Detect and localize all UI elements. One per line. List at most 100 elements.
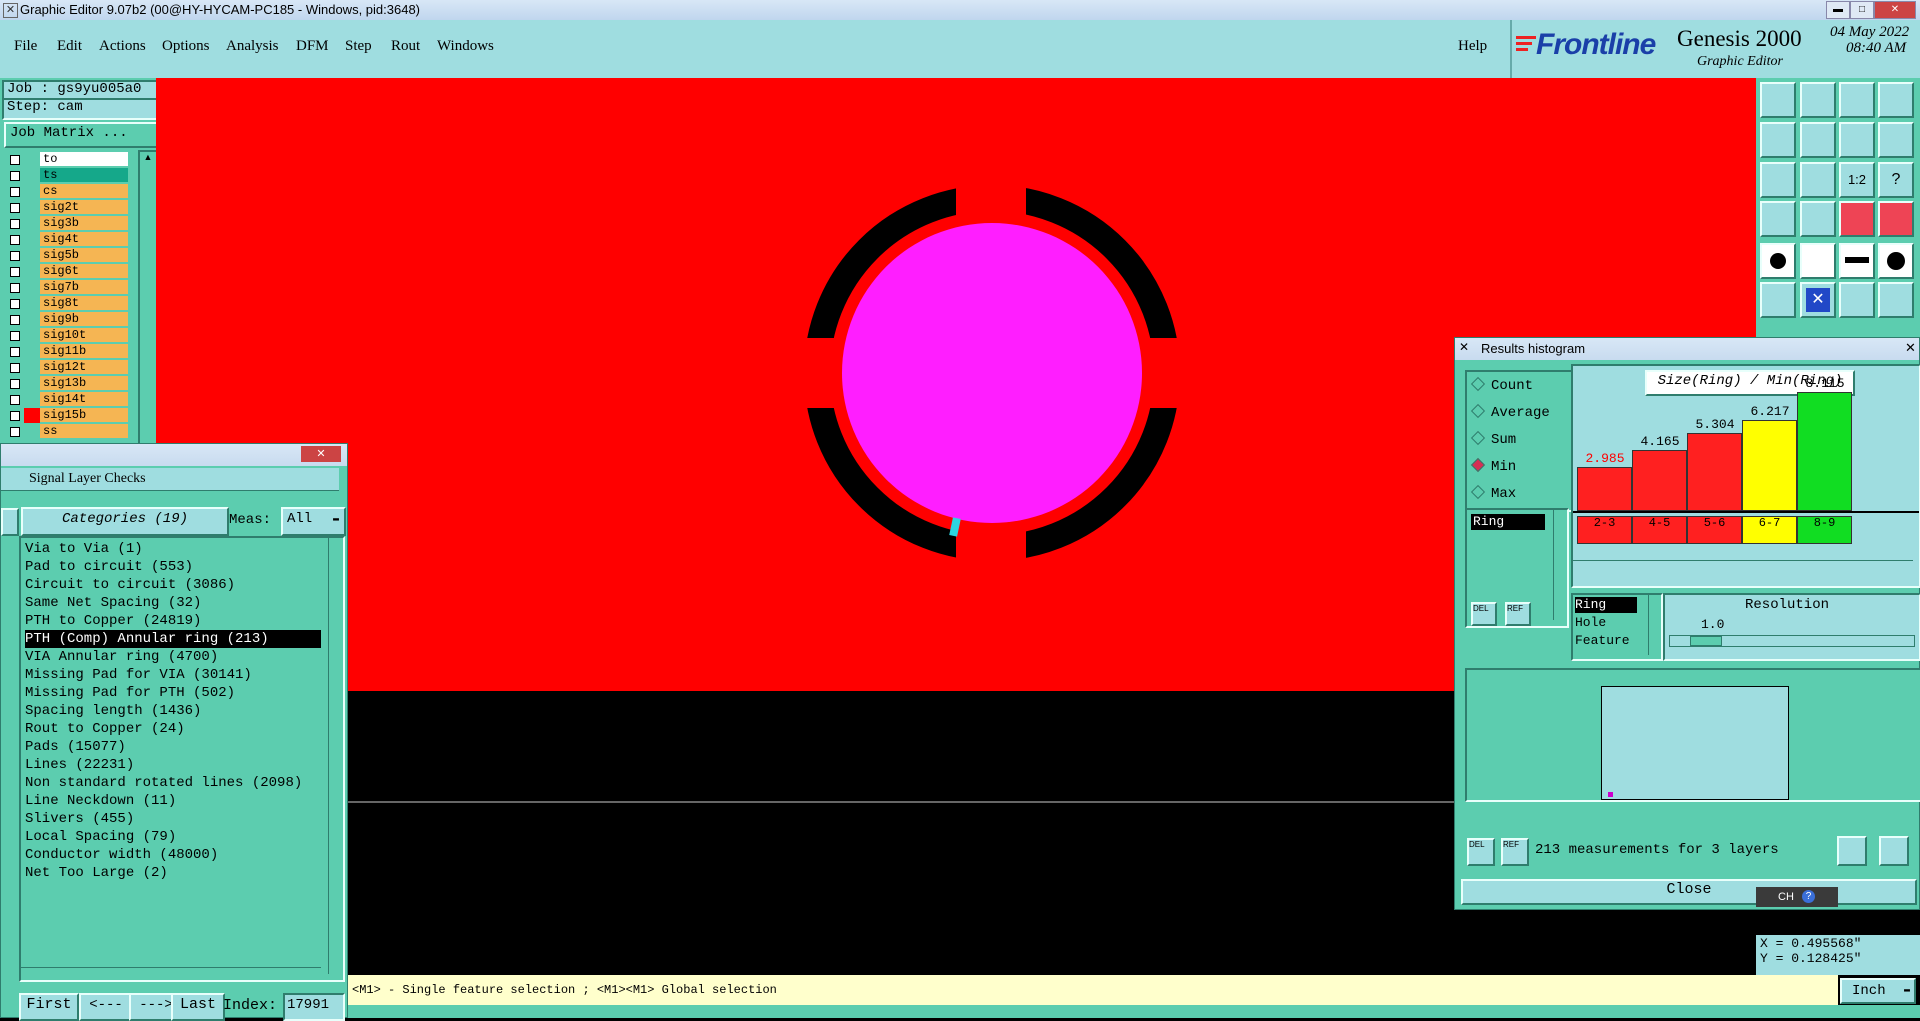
sort-item-hole[interactable]: Hole (1575, 615, 1606, 630)
layer-checkbox[interactable] (10, 219, 20, 229)
category-item[interactable]: Conductor width (48000) (25, 846, 218, 864)
layer-name[interactable]: sig2t (40, 200, 128, 214)
mode-radio-max[interactable]: Max (1470, 484, 1516, 502)
layer-checkbox[interactable] (10, 363, 20, 373)
category-list-scrollbar[interactable] (328, 538, 343, 974)
layer-row[interactable]: sig7b (6, 280, 128, 295)
histogram-bar[interactable] (1742, 420, 1797, 511)
layer-checkbox[interactable] (10, 171, 20, 181)
menu-windows[interactable]: Windows (437, 38, 494, 55)
categories-button[interactable]: Categories (19) (21, 507, 229, 536)
tool-scale-icon[interactable]: 1:2 (1839, 162, 1875, 198)
ref-button[interactable]: REF (1501, 838, 1529, 866)
ref-button-top[interactable]: REF (1505, 602, 1531, 626)
layer-row[interactable]: sig5b (6, 248, 128, 263)
tool-down-icon[interactable] (1800, 82, 1836, 118)
layer-checkbox[interactable] (10, 427, 20, 437)
units-dropdown[interactable]: Inch ▬ (1840, 978, 1916, 1004)
category-item[interactable]: Same Net Spacing (32) (25, 594, 201, 612)
layer-checkbox[interactable] (10, 267, 20, 277)
ime-bar[interactable]: CH ? (1756, 887, 1838, 907)
tool-help-icon[interactable]: ? (1878, 162, 1914, 198)
histogram-bar[interactable] (1632, 450, 1687, 511)
layer-name[interactable]: sig6t (40, 264, 128, 278)
layer-row[interactable]: ts (6, 168, 128, 183)
category-item[interactable]: Pad to circuit (553) (25, 558, 193, 576)
prev-button[interactable]: <--- (79, 993, 133, 1021)
resolution-slider[interactable] (1669, 635, 1915, 647)
resolution-slider-thumb[interactable] (1690, 636, 1722, 646)
tool-right-icon[interactable] (1800, 122, 1836, 158)
tool-filter-a-icon[interactable] (1839, 201, 1875, 237)
layer-checkbox[interactable] (10, 347, 20, 357)
menu-help[interactable]: Help (1458, 38, 1487, 55)
del-button-top[interactable]: DEL (1471, 602, 1497, 626)
layer-row[interactable]: sig15b (6, 408, 128, 423)
tool-route-red-icon[interactable] (1878, 282, 1914, 318)
histogram-bar[interactable] (1687, 433, 1742, 511)
category-item[interactable]: Rout to Copper (24) (25, 720, 185, 738)
index-field[interactable]: 17991 (283, 993, 345, 1021)
layer-row[interactable]: cs (6, 184, 128, 199)
layer-checkbox[interactable] (10, 235, 20, 245)
histogram-bar[interactable] (1797, 392, 1852, 511)
category-item[interactable]: Non standard rotated lines (2098) (25, 774, 302, 792)
tool-filter-b-icon[interactable] (1878, 201, 1914, 237)
layer-name[interactable]: sig9b (40, 312, 128, 326)
layer-name[interactable]: cs (40, 184, 128, 198)
layer-name[interactable]: to (40, 152, 128, 166)
category-item[interactable]: Lines (22231) (25, 756, 134, 774)
category-item[interactable]: PTH (Comp) Annular ring (213) (25, 630, 321, 648)
category-item[interactable]: Spacing length (1436) (25, 702, 201, 720)
menu-step[interactable]: Step (345, 38, 372, 55)
measure-item-selected[interactable]: Ring (1471, 514, 1545, 530)
tool-up-icon[interactable] (1760, 82, 1796, 118)
menu-actions[interactable]: Actions (99, 38, 146, 55)
sort-item-feature[interactable]: Feature (1575, 633, 1630, 648)
ime-help-icon[interactable]: ? (1802, 890, 1815, 903)
layer-row[interactable]: sig14t (6, 392, 128, 407)
maximize-button[interactable]: □ (1850, 1, 1874, 19)
last-button[interactable]: Last (171, 993, 225, 1021)
tool-connect-icon[interactable] (1760, 282, 1796, 318)
layer-row[interactable]: sig10t (6, 328, 128, 343)
tool-select-icon[interactable] (1760, 243, 1796, 279)
category-hscrollbar[interactable] (21, 967, 321, 980)
category-item[interactable]: Via to Via (1) (25, 540, 143, 558)
tool-snap-icon[interactable] (1760, 201, 1796, 237)
tool-left-icon[interactable] (1760, 122, 1796, 158)
layer-row[interactable]: sig9b (6, 312, 128, 327)
layer-name[interactable]: ss (40, 424, 128, 438)
mode-radio-min[interactable]: Min (1470, 457, 1516, 475)
layer-name[interactable]: sig5b (40, 248, 128, 262)
layer-checkbox[interactable] (10, 299, 20, 309)
minimize-button[interactable]: ▬ (1826, 1, 1850, 19)
category-item[interactable]: Net Too Large (2) (25, 864, 168, 882)
category-item[interactable]: Local Spacing (79) (25, 828, 176, 846)
mode-radio-count[interactable]: Count (1470, 376, 1533, 394)
layer-checkbox[interactable] (10, 331, 20, 341)
mode-radio-average[interactable]: Average (1470, 403, 1550, 421)
tool-route-icon[interactable] (1839, 282, 1875, 318)
layer-checkbox[interactable] (10, 283, 20, 293)
category-item[interactable]: Pads (15077) (25, 738, 126, 756)
mode-radio-sum[interactable]: Sum (1470, 430, 1516, 448)
layer-name[interactable]: sig11b (40, 344, 128, 358)
job-matrix-button[interactable]: Job Matrix ... (4, 122, 160, 148)
layer-name[interactable]: sig4t (40, 232, 128, 246)
close-button[interactable]: Close (1461, 879, 1917, 905)
layer-row[interactable]: sig13b (6, 376, 128, 391)
layer-name[interactable]: sig12t (40, 360, 128, 374)
layer-row[interactable]: sig3b (6, 216, 128, 231)
close-window-button[interactable]: ✕ (1874, 1, 1916, 19)
checks-close-icon[interactable]: ✕ (301, 446, 341, 462)
export-icon[interactable] (1879, 836, 1909, 866)
layer-row[interactable]: sig8t (6, 296, 128, 311)
layer-name[interactable]: sig15b (40, 408, 128, 422)
menu-analysis[interactable]: Analysis (226, 38, 279, 55)
menu-dfm[interactable]: DFM (296, 38, 329, 55)
histogram-hscrollbar[interactable] (1573, 560, 1913, 573)
layer-row[interactable]: to (6, 152, 128, 167)
tool-zoom-center-icon[interactable] (1800, 162, 1836, 198)
layer-checkbox[interactable] (10, 187, 20, 197)
